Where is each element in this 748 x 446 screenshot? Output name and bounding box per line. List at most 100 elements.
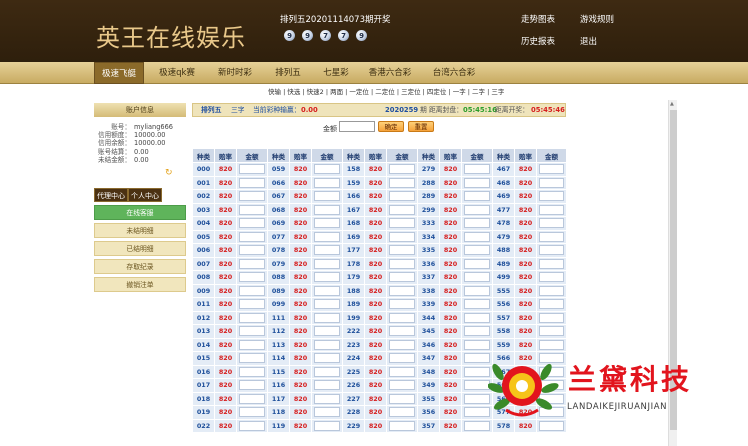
- bet-amount-input[interactable]: [389, 366, 415, 377]
- bet-amount-input[interactable]: [389, 407, 415, 418]
- bet-amount-input[interactable]: [464, 299, 490, 310]
- bet-amount-input[interactable]: [539, 245, 564, 256]
- bet-amount-input[interactable]: [389, 258, 415, 269]
- bet-amount-input[interactable]: [314, 258, 340, 269]
- bet-amount-input[interactable]: [314, 407, 340, 418]
- bet-amount-input[interactable]: [239, 393, 265, 404]
- bet-amount-input[interactable]: [464, 420, 490, 431]
- menu-unsettled-details[interactable]: 未结明细: [94, 223, 186, 238]
- bet-amount-input[interactable]: [464, 326, 490, 337]
- bet-amount-input[interactable]: [314, 393, 340, 404]
- tab-agent-center[interactable]: 代理中心: [94, 188, 128, 202]
- reset-button[interactable]: 重置: [408, 121, 434, 132]
- amount-input[interactable]: [339, 121, 375, 132]
- bet-amount-input[interactable]: [389, 393, 415, 404]
- bet-amount-input[interactable]: [239, 285, 265, 296]
- bet-amount-input[interactable]: [239, 191, 265, 202]
- bet-amount-input[interactable]: [539, 258, 564, 269]
- bet-amount-input[interactable]: [314, 420, 340, 431]
- bet-amount-input[interactable]: [239, 339, 265, 350]
- bet-amount-input[interactable]: [239, 366, 265, 377]
- bet-amount-input[interactable]: [539, 177, 564, 188]
- bet-amount-input[interactable]: [389, 272, 415, 283]
- menu-deposit-records[interactable]: 存取纪录: [94, 259, 186, 274]
- bet-amount-input[interactable]: [539, 231, 564, 242]
- bet-amount-input[interactable]: [314, 191, 340, 202]
- bet-amount-input[interactable]: [389, 326, 415, 337]
- bet-amount-input[interactable]: [314, 218, 340, 229]
- bet-amount-input[interactable]: [239, 258, 265, 269]
- bet-amount-input[interactable]: [239, 218, 265, 229]
- confirm-button[interactable]: 确定: [378, 121, 404, 132]
- nav-tab-qixingcai[interactable]: 七星彩: [316, 62, 356, 84]
- bet-amount-input[interactable]: [464, 339, 490, 350]
- bet-amount-input[interactable]: [539, 285, 564, 296]
- bet-amount-input[interactable]: [539, 218, 564, 229]
- bet-amount-input[interactable]: [239, 407, 265, 418]
- bet-amount-input[interactable]: [314, 380, 340, 391]
- refresh-icon[interactable]: ↻: [165, 169, 173, 178]
- bet-amount-input[interactable]: [314, 366, 340, 377]
- bet-amount-input[interactable]: [314, 272, 340, 283]
- nav-tab-hk-liuhecai[interactable]: 香港六合彩: [362, 62, 418, 84]
- bet-amount-input[interactable]: [389, 353, 415, 364]
- bet-amount-input[interactable]: [239, 380, 265, 391]
- bet-amount-input[interactable]: [539, 339, 564, 350]
- bet-amount-input[interactable]: [239, 420, 265, 431]
- bet-amount-input[interactable]: [464, 218, 490, 229]
- bet-amount-input[interactable]: [464, 164, 490, 175]
- bet-amount-input[interactable]: [464, 407, 490, 418]
- bet-amount-input[interactable]: [464, 204, 490, 215]
- bet-amount-input[interactable]: [464, 393, 490, 404]
- bet-amount-input[interactable]: [539, 326, 564, 337]
- bet-type-subnav[interactable]: 快输 | 快选 | 快速2 | 两面 | 一定位 | 二定位 | 三定位 | 四…: [268, 86, 504, 96]
- bet-amount-input[interactable]: [464, 272, 490, 283]
- logout-link[interactable]: 退出: [580, 35, 597, 47]
- menu-settled-details[interactable]: 已结明细: [94, 241, 186, 256]
- bet-amount-input[interactable]: [239, 177, 265, 188]
- bet-amount-input[interactable]: [239, 272, 265, 283]
- game-rules-link[interactable]: 游戏规则: [580, 13, 614, 25]
- bet-amount-input[interactable]: [314, 231, 340, 242]
- bet-amount-input[interactable]: [314, 299, 340, 310]
- bet-amount-input[interactable]: [314, 204, 340, 215]
- bet-amount-input[interactable]: [314, 353, 340, 364]
- nav-tab-jisu-feiting[interactable]: 极速飞艇: [94, 62, 144, 84]
- menu-online-service[interactable]: 在线客服: [94, 205, 186, 220]
- bet-amount-input[interactable]: [464, 366, 490, 377]
- bet-amount-input[interactable]: [539, 272, 564, 283]
- bet-amount-input[interactable]: [239, 299, 265, 310]
- bet-amount-input[interactable]: [239, 164, 265, 175]
- history-report-link[interactable]: 历史报表: [521, 35, 555, 47]
- tab-personal-center[interactable]: 个人中心: [128, 188, 162, 202]
- bet-amount-input[interactable]: [314, 339, 340, 350]
- bet-amount-input[interactable]: [314, 285, 340, 296]
- nav-tab-xin-shishicai[interactable]: 新时时彩: [210, 62, 260, 84]
- nav-tab-jisu-qk[interactable]: 极速qk赛: [152, 62, 202, 84]
- bet-amount-input[interactable]: [389, 204, 415, 215]
- bet-amount-input[interactable]: [539, 204, 564, 215]
- bet-amount-input[interactable]: [464, 285, 490, 296]
- bet-amount-input[interactable]: [239, 245, 265, 256]
- bet-amount-input[interactable]: [539, 299, 564, 310]
- bet-amount-input[interactable]: [239, 353, 265, 364]
- bet-amount-input[interactable]: [389, 177, 415, 188]
- scroll-up-arrow-icon[interactable]: ▲: [670, 101, 674, 107]
- bet-amount-input[interactable]: [464, 353, 490, 364]
- menu-cancel-orders[interactable]: 撤销注单: [94, 277, 186, 292]
- bet-amount-input[interactable]: [389, 312, 415, 323]
- bet-amount-input[interactable]: [539, 191, 564, 202]
- bet-amount-input[interactable]: [314, 326, 340, 337]
- bet-amount-input[interactable]: [239, 326, 265, 337]
- bet-amount-input[interactable]: [389, 245, 415, 256]
- bet-amount-input[interactable]: [389, 218, 415, 229]
- bet-amount-input[interactable]: [239, 204, 265, 215]
- bet-amount-input[interactable]: [464, 177, 490, 188]
- bet-amount-input[interactable]: [389, 339, 415, 350]
- bet-amount-input[interactable]: [389, 299, 415, 310]
- bet-amount-input[interactable]: [389, 191, 415, 202]
- bet-amount-input[interactable]: [464, 191, 490, 202]
- bet-amount-input[interactable]: [389, 420, 415, 431]
- bet-amount-input[interactable]: [464, 312, 490, 323]
- bet-amount-input[interactable]: [389, 285, 415, 296]
